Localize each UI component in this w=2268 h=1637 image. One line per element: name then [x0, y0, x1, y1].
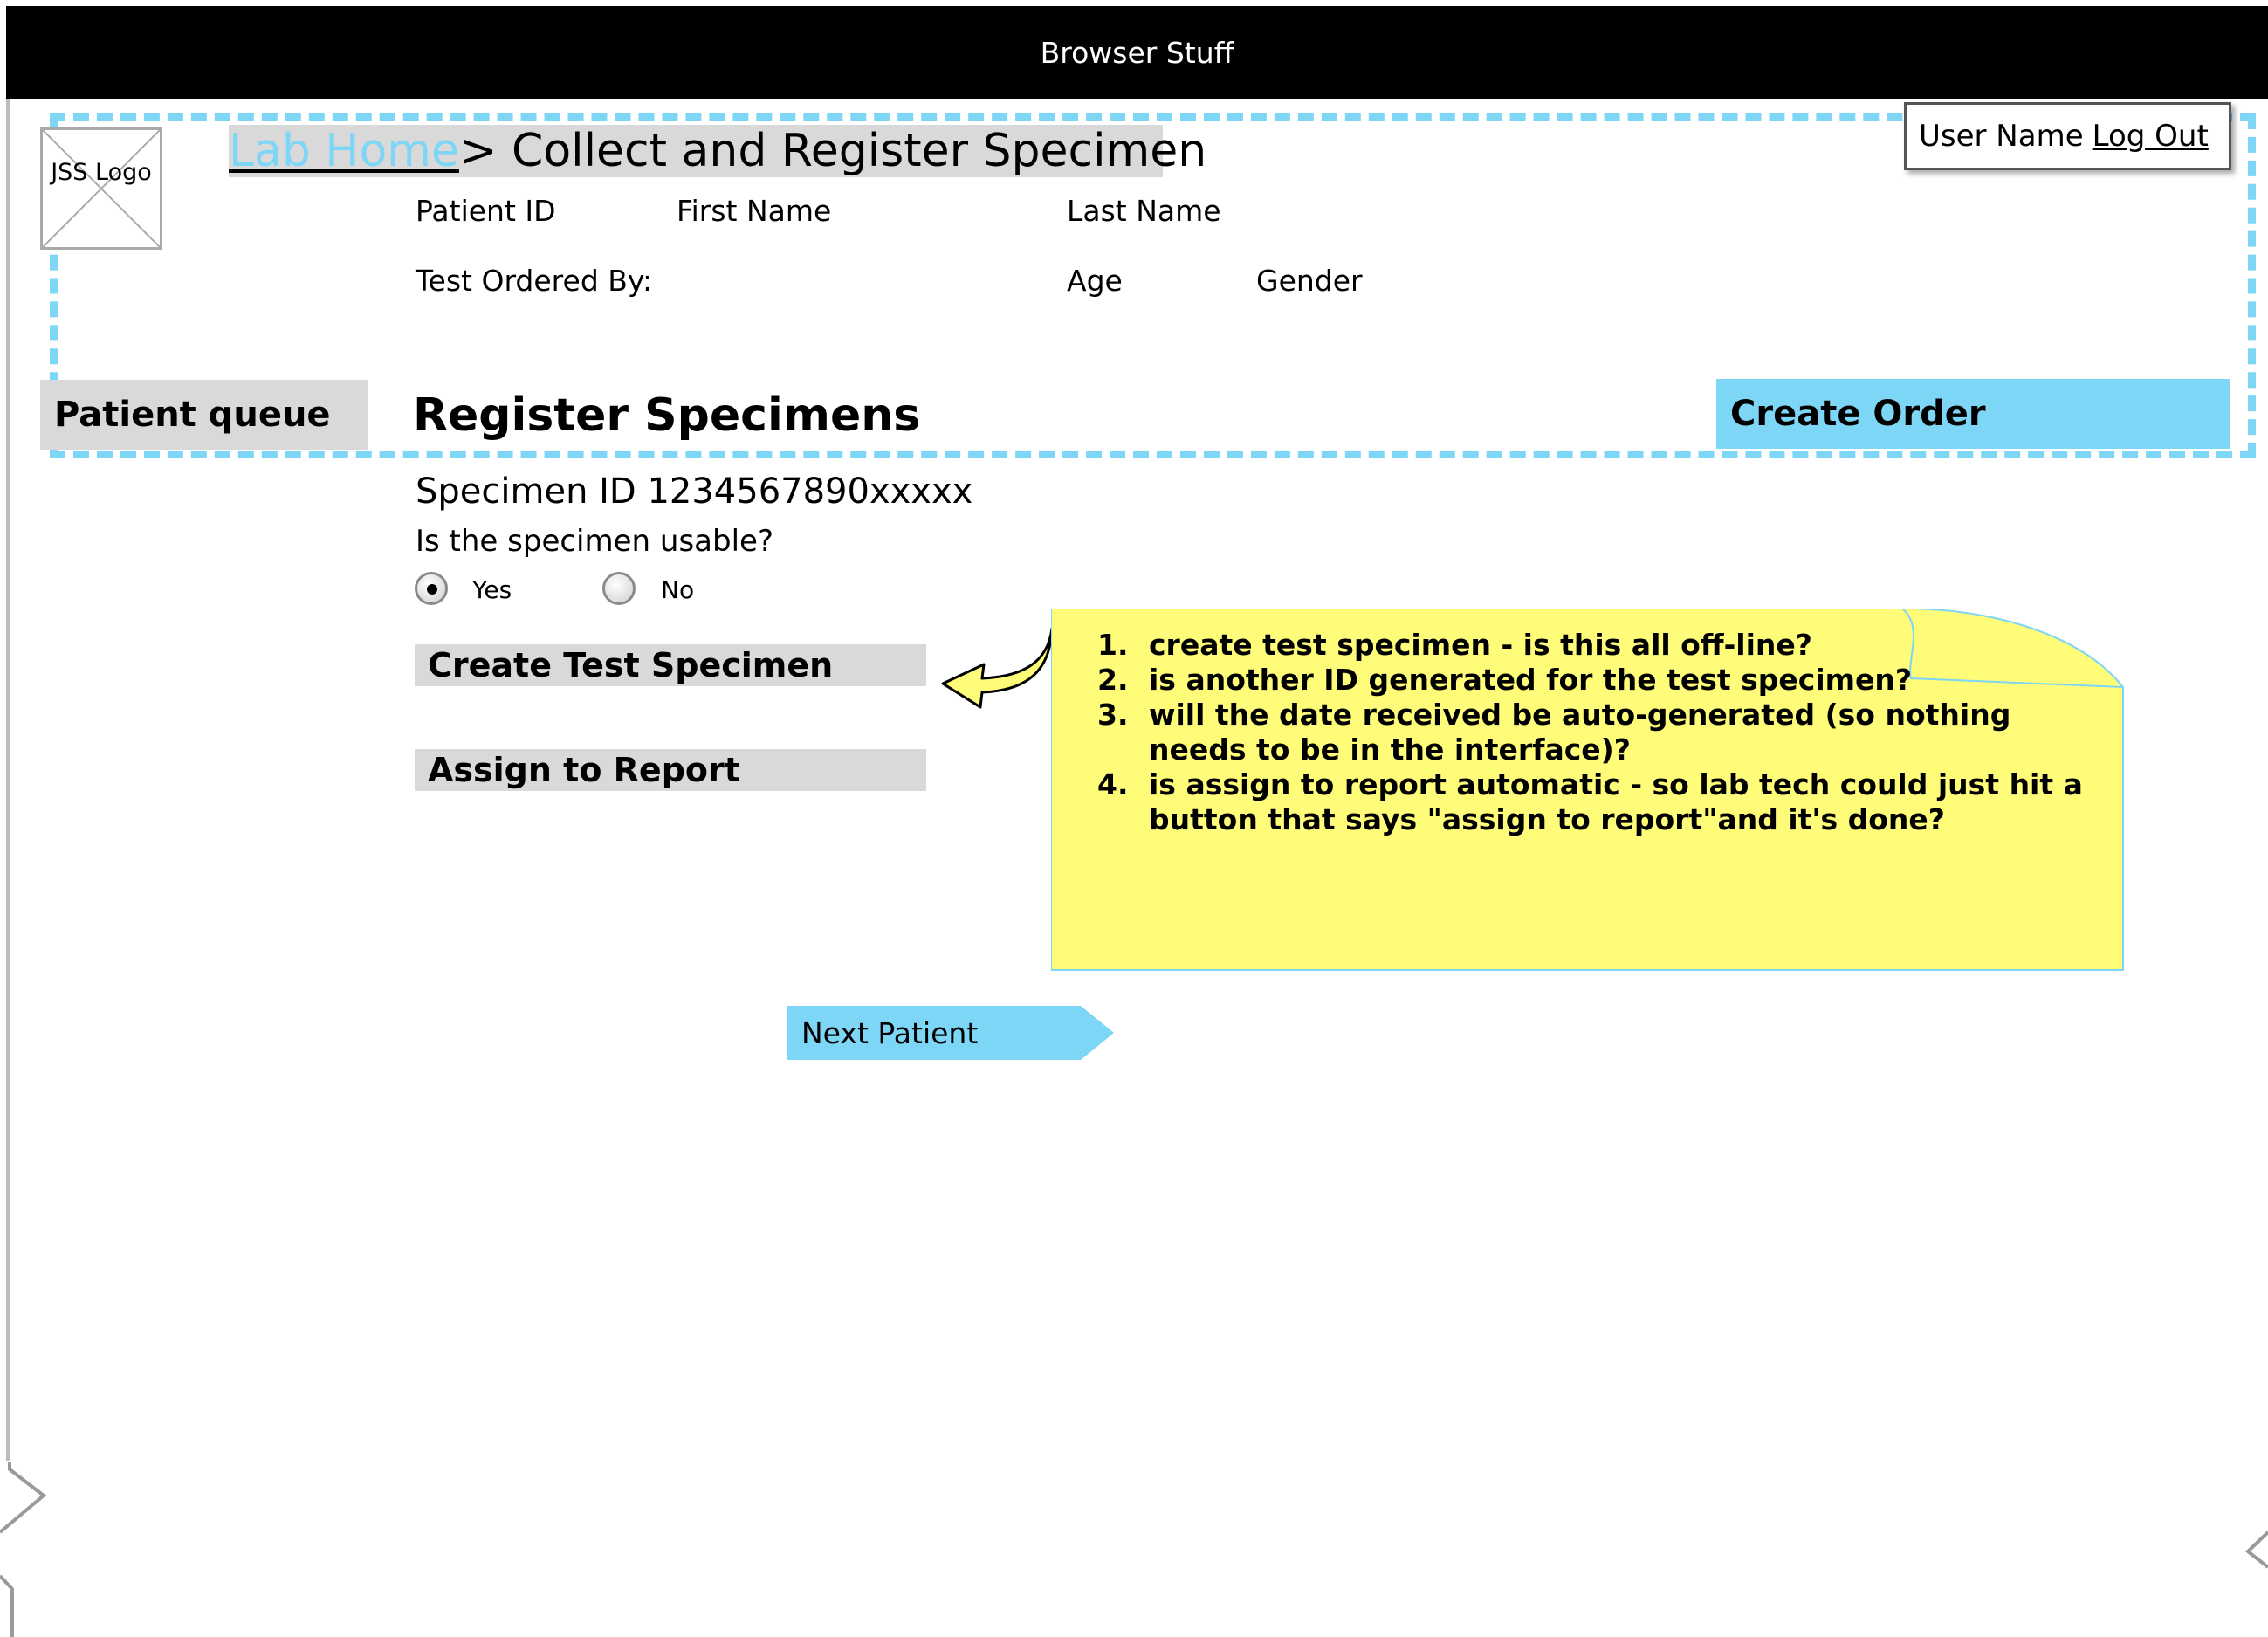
assign-to-report-button[interactable]: Assign to Report — [415, 749, 926, 791]
create-order-label: Create Order — [1730, 394, 1986, 434]
ordered-by-label: Test Ordered By: — [416, 264, 653, 298]
create-test-specimen-button[interactable]: Create Test Specimen — [415, 644, 926, 686]
callout-arrow-icon — [941, 627, 1054, 709]
patient-queue-label: Patient queue — [54, 395, 331, 435]
note-item: is another ID generated for the test spe… — [1138, 663, 2116, 698]
note-item: will the date received be auto-generated… — [1138, 698, 2116, 767]
assign-to-report-label: Assign to Report — [428, 751, 740, 789]
patient-id-label: Patient ID — [416, 194, 556, 228]
age-label: Age — [1067, 264, 1123, 298]
next-patient-label: Next Patient — [801, 1016, 979, 1050]
page-title: Register Specimens — [413, 389, 921, 442]
breadcrumb: Lab Home > Collect and Register Specimen — [229, 125, 1206, 177]
usable-question: Is the specimen usable? — [416, 524, 773, 559]
image-placeholder-icon — [43, 130, 160, 247]
radio-yes-label: Yes — [472, 575, 512, 604]
user-name: User Name — [1919, 119, 2084, 154]
note-item: is assign to report automatic - so lab t… — [1138, 767, 2116, 837]
gender-label: Gender — [1256, 264, 1363, 298]
user-menu: User Name Log Out — [1904, 102, 2231, 170]
create-test-specimen-label: Create Test Specimen — [428, 646, 834, 684]
patient-queue-button[interactable]: Patient queue — [40, 380, 368, 450]
page-edge — [6, 99, 10, 1461]
radio-no-label: No — [661, 575, 695, 604]
radio-no[interactable] — [602, 572, 636, 605]
first-name-label: First Name — [677, 194, 832, 228]
breadcrumb-current: > Collect and Register Specimen — [458, 125, 1207, 177]
left-edge-decoration — [0, 1462, 47, 1637]
browser-title: Browser Stuff — [1040, 35, 1234, 70]
logo-placeholder: JSS Logo — [40, 127, 162, 250]
radio-selected-dot — [427, 584, 437, 595]
specimen-id: Specimen ID 1234567890xxxxx — [416, 471, 973, 512]
next-patient-button[interactable]: Next Patient — [787, 1006, 1114, 1060]
browser-bar: Browser Stuff — [6, 6, 2268, 99]
note-list: create test specimen - is this all off-l… — [1051, 628, 2116, 837]
breadcrumb-home-link[interactable]: Lab Home — [229, 125, 459, 177]
sticky-note: create test specimen - is this all off-l… — [1051, 609, 2126, 971]
radio-yes[interactable] — [415, 572, 448, 605]
create-order-button[interactable]: Create Order — [1716, 379, 2230, 449]
last-name-label: Last Name — [1067, 194, 1221, 228]
logout-link[interactable]: Log Out — [2093, 119, 2209, 154]
note-item: create test specimen - is this all off-l… — [1138, 628, 2116, 663]
logo-text: JSS Logo — [51, 159, 152, 186]
right-edge-decoration — [2244, 1530, 2268, 1569]
